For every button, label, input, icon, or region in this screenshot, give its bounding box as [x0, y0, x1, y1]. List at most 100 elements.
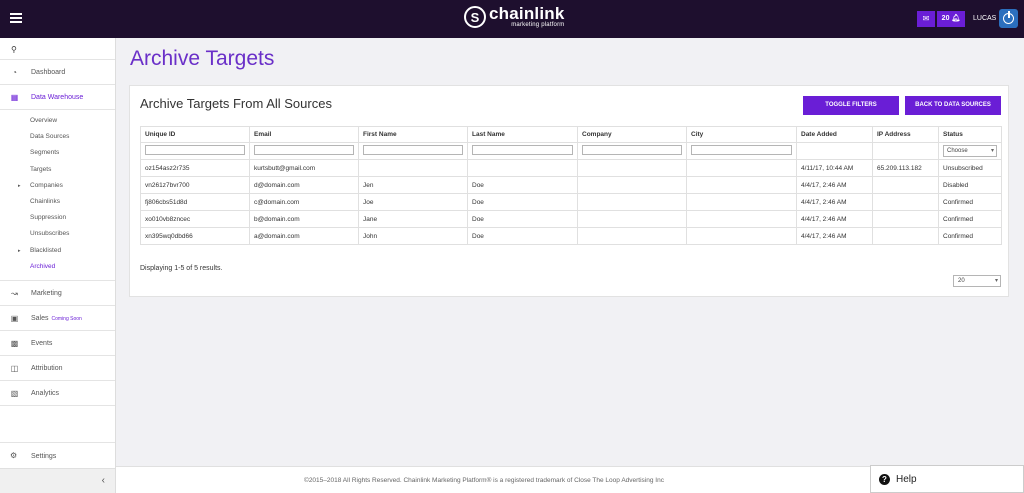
- sidebar-collapse-button[interactable]: ‹: [0, 468, 115, 493]
- table-cell: [686, 176, 797, 194]
- table-cell: a@domain.com: [249, 227, 359, 245]
- line-chart-icon: ↝: [11, 288, 18, 298]
- table-cell: Unsubscribed: [938, 159, 1002, 177]
- per-page-select[interactable]: 20: [953, 275, 1001, 287]
- help-label: Help: [896, 474, 917, 485]
- table-cell: [686, 159, 797, 177]
- power-icon[interactable]: [999, 9, 1018, 28]
- sidebar-subitem-blacklisted[interactable]: Blacklisted: [0, 243, 115, 259]
- sidebar-item-label: Marketing: [31, 289, 62, 297]
- table-cell: [686, 193, 797, 211]
- top-bar: S chainlink marketing platform ✉ 20 🔔︎ L…: [0, 0, 1024, 38]
- column-header[interactable]: Email: [249, 126, 359, 143]
- user-name[interactable]: LUCAS: [973, 15, 996, 22]
- table-cell: [358, 159, 468, 177]
- sidebar-item-label: Sales: [31, 314, 49, 322]
- table-cell: 65.209.113.182: [872, 159, 939, 177]
- unique-id-filter-input[interactable]: [145, 145, 245, 156]
- sidebar-item-settings[interactable]: ⚙︎ Settings: [0, 442, 115, 467]
- hamburger-menu-icon[interactable]: [10, 13, 22, 23]
- table-cell: John: [358, 227, 468, 245]
- table-cell: [686, 227, 797, 245]
- sidebar: ⚲ ◔ Dashboard ▦ Data Warehouse Overview Da…: [0, 38, 116, 493]
- table-cell: 4/4/17, 2:46 AM: [796, 193, 873, 211]
- logo-mark: S: [464, 6, 486, 28]
- sidebar-subitem-segments[interactable]: Segments: [0, 145, 115, 161]
- table-row[interactable]: fj806cbs51d8d c@domain.com Joe Doe 4/4/17, 2…: [140, 193, 1002, 211]
- dashboard-icon: ◔: [12, 68, 17, 77]
- back-to-data-sources-button[interactable]: BACK TO DATA SOURCES: [905, 96, 1001, 115]
- gear-icon: ⚙︎: [10, 451, 18, 460]
- sidebar-item-attribution[interactable]: ◫ Attribution: [0, 356, 115, 381]
- bell-icon: 🔔︎: [951, 15, 961, 22]
- table-cell: kurtsbutt@gmail.com: [249, 159, 359, 177]
- table-cell: xn395wq0dbd66: [140, 227, 250, 245]
- page-title: Archive Targets: [130, 47, 275, 70]
- table-cell: [872, 210, 939, 228]
- first-name-filter-input[interactable]: [363, 145, 463, 156]
- column-header[interactable]: IP Address: [872, 126, 939, 143]
- table-cell: 4/4/17, 2:46 AM: [796, 210, 873, 228]
- sidebar-subitem-archived[interactable]: Archived: [0, 259, 115, 275]
- sidebar-subitem-data-sources[interactable]: Data Sources: [0, 129, 115, 145]
- status-filter-select[interactable]: Choose: [943, 145, 997, 157]
- table-cell: [872, 193, 939, 211]
- column-header[interactable]: City: [686, 126, 797, 143]
- company-filter-input[interactable]: [582, 145, 682, 156]
- table-cell: Jen: [358, 176, 468, 194]
- sidebar-item-dashboard[interactable]: ◔ Dashboard: [0, 60, 115, 85]
- sidebar-item-analytics[interactable]: ▧ Analytics: [0, 381, 115, 406]
- sidebar-item-sales[interactable]: ▣ Sales Coming Soon: [0, 306, 115, 331]
- table-row[interactable]: xo010vb8zncec b@domain.com Jane Doe 4/4/17, …: [140, 210, 1002, 228]
- filter-row: Choose: [140, 142, 1002, 160]
- results-summary: Displaying 1-5 of 5 results.: [140, 265, 223, 272]
- table-row[interactable]: xn395wq0dbd66 a@domain.com John Doe 4/4/17, …: [140, 227, 1002, 245]
- table-row[interactable]: vn261z7bvr700 d@domain.com Jen Doe 4/4/17, 2…: [140, 176, 1002, 194]
- column-header[interactable]: Date Added: [796, 126, 873, 143]
- column-header[interactable]: Company: [577, 126, 687, 143]
- archive-targets-panel: Archive Targets From All Sources TOGGLE …: [129, 85, 1009, 297]
- table-cell: oz154asz2r735: [140, 159, 250, 177]
- table-cell: xo010vb8zncec: [140, 210, 250, 228]
- sidebar-subitem-companies[interactable]: Companies: [0, 178, 115, 194]
- sidebar-subitem-chainlinks[interactable]: Chainlinks: [0, 194, 115, 210]
- notifications-button[interactable]: 20 🔔︎: [937, 11, 965, 27]
- sidebar-subitem-unsubscribes[interactable]: Unsubscribes: [0, 226, 115, 242]
- city-filter-input[interactable]: [691, 145, 792, 156]
- sidebar-item-events[interactable]: ▩ Events: [0, 331, 115, 356]
- sidebar-item-label: Settings: [31, 453, 57, 460]
- toggle-filters-button[interactable]: TOGGLE FILTERS: [803, 96, 899, 115]
- sidebar-subitem-targets[interactable]: Targets: [0, 162, 115, 178]
- email-filter-input[interactable]: [254, 145, 354, 156]
- question-icon: ?: [879, 474, 890, 485]
- table-cell: Doe: [467, 227, 578, 245]
- table-cell: 4/4/17, 2:46 AM: [796, 227, 873, 245]
- sidebar-item-label: Data Warehouse: [31, 94, 84, 101]
- sidebar-item-label: Dashboard: [31, 69, 66, 76]
- sidebar-item-data-warehouse[interactable]: ▦ Data Warehouse: [0, 85, 115, 110]
- table-cell: Confirmed: [938, 210, 1002, 228]
- help-button[interactable]: ? Help: [870, 465, 1024, 493]
- data-warehouse-submenu: Overview Data Sources Segments Targets C…: [0, 110, 115, 281]
- presentation-icon: ◫: [10, 363, 19, 373]
- sidebar-item-marketing[interactable]: ↝ Marketing: [0, 281, 115, 306]
- table-cell: [872, 227, 939, 245]
- notification-count: 20: [941, 15, 950, 22]
- table-cell: [577, 227, 687, 245]
- sidebar-subitem-overview[interactable]: Overview: [0, 113, 115, 129]
- sidebar-subitem-suppression[interactable]: Suppression: [0, 210, 115, 226]
- money-icon: ▣: [10, 313, 19, 323]
- bar-chart-icon: ▧: [10, 388, 19, 398]
- table-cell: c@domain.com: [249, 193, 359, 211]
- table-row[interactable]: oz154asz2r735 kurtsbutt@gmail.com 4/11/17,…: [140, 159, 1002, 177]
- column-header[interactable]: Last Name: [467, 126, 578, 143]
- envelope-icon: ✉: [922, 14, 930, 23]
- column-header[interactable]: First Name: [358, 126, 468, 143]
- column-header[interactable]: Status: [938, 126, 1002, 143]
- sidebar-search[interactable]: ⚲: [0, 38, 115, 60]
- mail-button[interactable]: ✉: [917, 11, 935, 27]
- logo[interactable]: S chainlink marketing platform: [464, 5, 565, 28]
- last-name-filter-input[interactable]: [472, 145, 573, 156]
- table-cell: Confirmed: [938, 193, 1002, 211]
- column-header[interactable]: Unique ID: [140, 126, 250, 143]
